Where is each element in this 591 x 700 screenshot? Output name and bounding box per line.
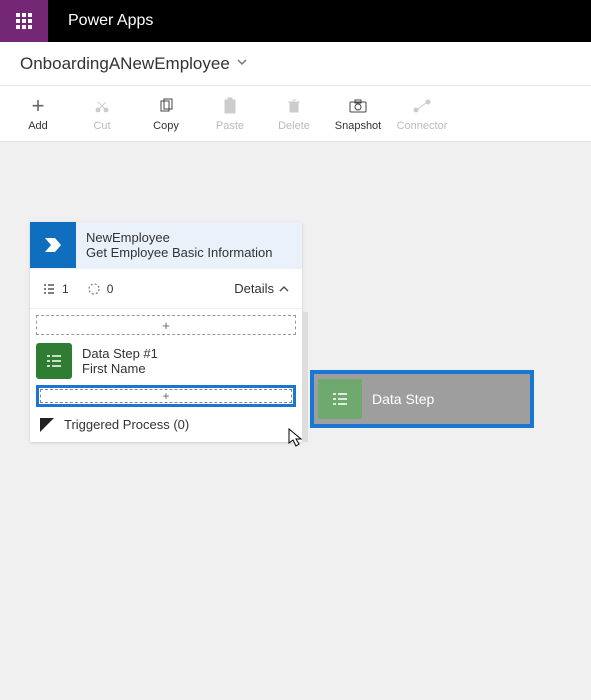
app-launcher-button[interactable]	[0, 0, 48, 42]
paste-label: Paste	[216, 120, 244, 132]
data-step-icon	[36, 343, 72, 379]
chevron-up-icon	[278, 283, 290, 295]
drag-ghost-label: Data Step	[372, 391, 434, 407]
snapshot-button[interactable]: Snapshot	[326, 90, 390, 138]
trash-icon	[285, 96, 303, 116]
add-label: Add	[28, 120, 48, 132]
delete-label: Delete	[278, 120, 310, 132]
steps-count-value: 1	[62, 282, 69, 296]
drop-plus-icon: +	[162, 318, 170, 333]
cut-button[interactable]: Cut	[70, 90, 134, 138]
drop-plus-icon: +	[162, 389, 169, 403]
stage-title: NewEmployee	[86, 230, 292, 245]
triggers-count: 0	[87, 282, 114, 296]
designer-canvas[interactable]: NewEmployee Get Employee Basic Informati…	[0, 142, 591, 700]
paste-icon	[221, 96, 239, 116]
steps-count: 1	[42, 282, 69, 296]
flow-header: OnboardingANewEmployee	[0, 42, 591, 86]
scrollbar[interactable]	[302, 312, 308, 442]
cut-label: Cut	[93, 120, 110, 132]
paste-button[interactable]: Paste	[198, 90, 262, 138]
triggered-process-row[interactable]: Triggered Process (0)	[30, 407, 302, 442]
connector-button[interactable]: Connector	[390, 90, 454, 138]
stage-chevron-icon	[30, 222, 76, 268]
add-button[interactable]: + Add	[6, 90, 70, 138]
stage-header-text: NewEmployee Get Employee Basic Informati…	[76, 222, 302, 268]
copy-label: Copy	[153, 120, 179, 132]
toolbar: + Add Cut Copy Paste Delete Snapshot	[0, 86, 591, 142]
data-step-text: Data Step #1 First Name	[82, 346, 158, 376]
delete-button[interactable]: Delete	[262, 90, 326, 138]
details-label: Details	[234, 281, 274, 296]
connector-icon	[412, 96, 432, 116]
connector-label: Connector	[397, 120, 448, 132]
triggered-process-label: Triggered Process (0)	[64, 417, 189, 432]
drop-zone-selected[interactable]: +	[36, 385, 296, 407]
drop-zone-top[interactable]: +	[36, 315, 296, 335]
snapshot-label: Snapshot	[335, 120, 381, 132]
list-icon	[42, 282, 56, 296]
waffle-icon	[16, 13, 32, 29]
data-step-title: Data Step #1	[82, 346, 158, 361]
stage-header[interactable]: NewEmployee Get Employee Basic Informati…	[30, 222, 302, 268]
drag-ghost-data-step[interactable]: Data Step	[310, 370, 534, 428]
app-header: Power Apps	[0, 0, 591, 42]
copy-button[interactable]: Copy	[134, 90, 198, 138]
triggers-count-value: 0	[107, 282, 114, 296]
data-step-row[interactable]: Data Step #1 First Name	[30, 335, 302, 381]
stage-card[interactable]: NewEmployee Get Employee Basic Informati…	[30, 222, 302, 442]
chevron-down-icon[interactable]	[236, 55, 248, 73]
scissors-icon	[93, 96, 111, 116]
details-toggle[interactable]: Details	[234, 281, 290, 296]
app-title: Power Apps	[48, 12, 173, 30]
stage-subtitle: Get Employee Basic Information	[86, 245, 292, 260]
copy-icon	[157, 96, 175, 116]
circle-dashed-icon	[87, 282, 101, 296]
triangle-icon	[40, 418, 54, 432]
data-step-field: First Name	[82, 361, 158, 376]
flow-name[interactable]: OnboardingANewEmployee	[20, 54, 230, 74]
camera-icon	[348, 96, 368, 116]
plus-icon: +	[32, 96, 45, 116]
data-step-icon	[318, 379, 362, 419]
stage-info-row: 1 0 Details	[30, 268, 302, 308]
